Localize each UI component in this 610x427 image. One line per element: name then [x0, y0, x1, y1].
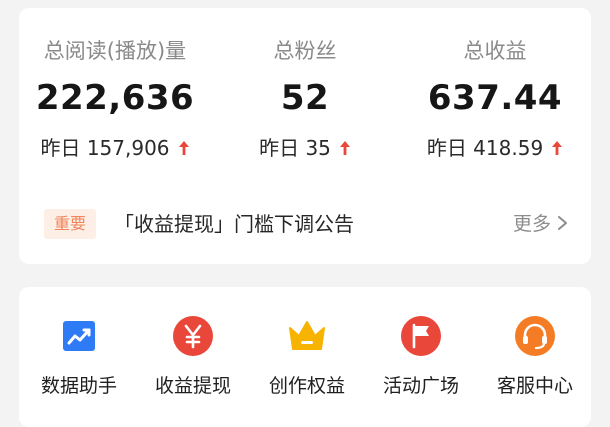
stat-label: 总收益: [463, 39, 527, 63]
stat-value: 637.44: [427, 78, 563, 118]
stats-card: 总阅读(播放)量 222,636 昨日 157,906 总粉丝 52 昨日 35…: [19, 8, 591, 264]
chevron-right-icon: [558, 216, 567, 230]
stat-value: 222,636: [35, 78, 195, 118]
stat-yesterday: 昨日 35: [210, 132, 400, 161]
stat-label: 总阅读(播放)量: [43, 39, 187, 63]
notice-title[interactable]: 「收益提现」门槛下调公告: [114, 209, 354, 239]
tool-label: 活动广场: [382, 375, 459, 397]
flag-icon: [401, 316, 441, 356]
stat-value: 52: [280, 78, 330, 118]
arrow-up-icon: [339, 141, 350, 155]
tool-label: 数据助手: [40, 375, 117, 397]
tools-card: 数据助手 收益提现 创作权益 活动广场 客服中心: [19, 287, 591, 427]
yuan-icon: [173, 316, 213, 356]
important-badge: 重要: [44, 209, 96, 239]
more-label: 更多: [512, 213, 551, 235]
arrow-up-icon: [178, 141, 189, 155]
stat-yesterday: 昨日 157,906: [20, 132, 210, 161]
headset-icon: [515, 316, 555, 356]
arrow-up-icon: [552, 141, 563, 155]
notice-row[interactable]: 重要 「收益提现」门槛下调公告 更多: [19, 206, 591, 242]
stat-yesterday-text: 昨日 35: [259, 136, 331, 160]
tool-label: 创作权益: [268, 375, 345, 397]
tool-label: 客服中心: [496, 375, 573, 397]
stat-label: 总粉丝: [273, 39, 337, 63]
more-link[interactable]: 更多: [513, 209, 568, 239]
stat-yesterday-text: 昨日 418.59: [426, 136, 544, 160]
tool-label: 收益提现: [154, 375, 231, 397]
chart-icon: [63, 321, 95, 351]
crown-icon: [289, 321, 325, 350]
stat-yesterday-text: 昨日 157,906: [40, 136, 170, 160]
stat-yesterday: 昨日 418.59: [400, 132, 590, 161]
